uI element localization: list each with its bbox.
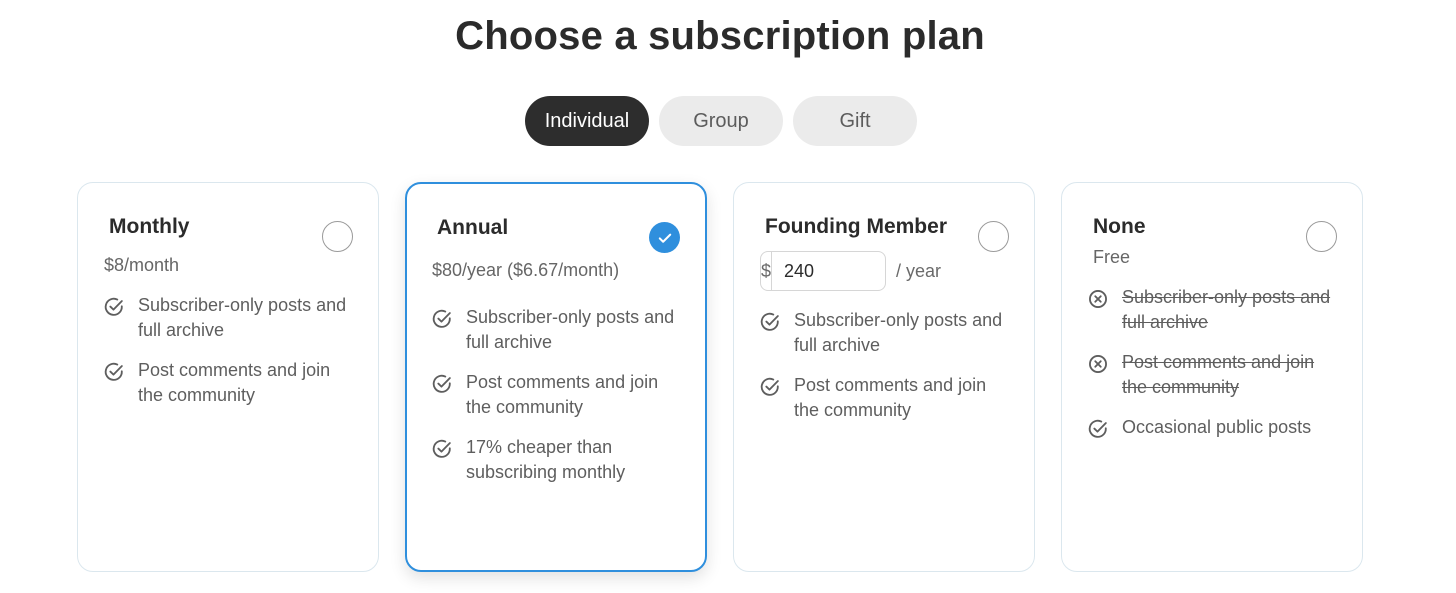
plan-name: Monthly bbox=[109, 215, 190, 238]
check-circle-icon bbox=[104, 362, 123, 381]
check-circle-icon bbox=[432, 309, 451, 328]
feature-text: Subscriber-only posts and full archive bbox=[466, 307, 675, 352]
check-circle-icon bbox=[104, 297, 123, 316]
price-input-box: $ bbox=[760, 251, 886, 291]
feature-item: Subscriber-only posts and full archive bbox=[759, 308, 1016, 358]
feature-item: Post comments and join the community bbox=[103, 358, 360, 408]
billing-period: / year bbox=[896, 260, 942, 281]
plan-name: Founding Member bbox=[765, 215, 947, 238]
plan-type-tabs: Individual Group Gift bbox=[525, 96, 917, 146]
feature-item: Subscriber-only posts and full archive bbox=[103, 293, 360, 343]
feature-item: Subscriber-only posts and full archive bbox=[1087, 285, 1344, 335]
feature-text: Subscriber-only posts and full archive bbox=[794, 310, 1003, 355]
feature-item: Occasional public posts bbox=[1087, 415, 1344, 440]
feature-list: Subscriber-only posts and full archive P… bbox=[759, 308, 1016, 438]
feature-text: 17% cheaper than subscribing monthly bbox=[466, 437, 626, 482]
page-title: Choose a subscription plan bbox=[455, 14, 985, 58]
feature-text: Post comments and join the community bbox=[466, 372, 659, 417]
plan-name: None bbox=[1093, 215, 1146, 238]
check-circle-icon bbox=[432, 439, 451, 458]
feature-text: Post comments and join the community bbox=[138, 360, 331, 405]
feature-item: 17% cheaper than subscribing monthly bbox=[431, 435, 687, 485]
plan-card-none[interactable]: None Free Subscriber-only posts and full… bbox=[1061, 182, 1363, 572]
feature-list: Subscriber-only posts and full archive P… bbox=[431, 305, 687, 500]
feature-item: Post comments and join the community bbox=[431, 370, 687, 420]
feature-text: Subscriber-only posts and full archive bbox=[138, 295, 347, 340]
plan-radio[interactable] bbox=[322, 221, 353, 252]
plan-card-founding-member[interactable]: Founding Member $ / year Subscriber-only… bbox=[733, 182, 1035, 572]
feature-list: Subscriber-only posts and full archive P… bbox=[1087, 285, 1344, 455]
subscription-page: Choose a subscription plan Individual Gr… bbox=[0, 0, 1456, 593]
feature-item: Subscriber-only posts and full archive bbox=[431, 305, 687, 355]
plan-radio[interactable] bbox=[1306, 221, 1337, 252]
feature-item: Post comments and join the community bbox=[759, 373, 1016, 423]
tab-group[interactable]: Group bbox=[659, 96, 783, 146]
plan-price: $80/year ($6.67/month) bbox=[432, 260, 620, 280]
plan-radio[interactable] bbox=[649, 222, 680, 253]
tab-gift[interactable]: Gift bbox=[793, 96, 917, 146]
custom-price: $ / year bbox=[760, 251, 941, 291]
plan-card-monthly[interactable]: Monthly $8/month Subscriber-only posts a… bbox=[77, 182, 379, 572]
plan-radio[interactable] bbox=[978, 221, 1009, 252]
feature-text: Occasional public posts bbox=[1122, 417, 1312, 437]
plan-card-annual[interactable]: Annual $80/year ($6.67/month) Subscriber… bbox=[405, 182, 707, 572]
check-circle-icon bbox=[1088, 419, 1107, 438]
plan-price: $8/month bbox=[104, 255, 180, 275]
check-circle-icon bbox=[760, 312, 779, 331]
feature-item: Post comments and join the community bbox=[1087, 350, 1344, 400]
tab-individual[interactable]: Individual bbox=[525, 96, 649, 146]
amount-input[interactable] bbox=[772, 252, 885, 290]
check-circle-icon bbox=[432, 374, 451, 393]
plan-price: Free bbox=[1093, 247, 1131, 267]
feature-text: Subscriber-only posts and full archive bbox=[1122, 287, 1331, 332]
feature-list: Subscriber-only posts and full archive P… bbox=[103, 293, 360, 423]
plan-name: Annual bbox=[437, 216, 509, 239]
feature-text: Post comments and join the community bbox=[1122, 352, 1315, 397]
checkmark-icon bbox=[658, 233, 671, 243]
feature-text: Post comments and join the community bbox=[794, 375, 987, 420]
x-circle-icon bbox=[1089, 355, 1107, 373]
check-circle-icon bbox=[760, 377, 779, 396]
x-circle-icon bbox=[1089, 290, 1107, 308]
currency-symbol: $ bbox=[761, 252, 773, 290]
